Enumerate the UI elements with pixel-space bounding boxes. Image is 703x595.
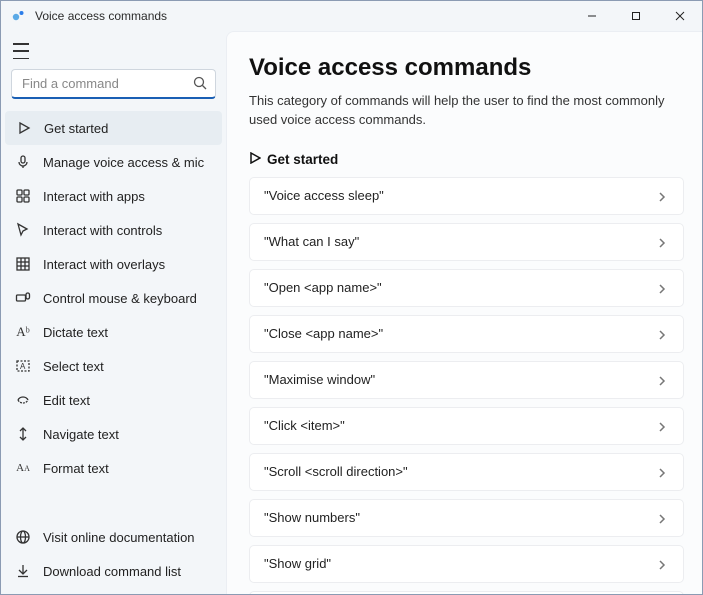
command-text: "What can I say" <box>264 234 359 249</box>
nav-label: Interact with apps <box>43 189 145 204</box>
svg-text:A: A <box>20 362 26 371</box>
page-title: Voice access commands <box>249 54 684 82</box>
chevron-right-icon <box>657 512 669 524</box>
mic-icon <box>15 154 31 170</box>
nav-item-get-started[interactable]: Get started <box>5 111 222 145</box>
nav-label: Dictate text <box>43 325 108 340</box>
nav-label: Download command list <box>43 564 181 579</box>
nav-label: Interact with controls <box>43 223 162 238</box>
command-row[interactable]: "Open <app name>" <box>249 269 684 307</box>
chevron-right-icon <box>657 374 669 386</box>
chevron-right-icon <box>657 466 669 478</box>
command-text: "Scroll <scroll direction>" <box>264 464 408 479</box>
window-title: Voice access commands <box>35 9 570 23</box>
page-description: This category of commands will help the … <box>249 92 684 130</box>
nav-item-interact-apps[interactable]: Interact with apps <box>1 179 226 213</box>
command-row[interactable]: "Cancel" <box>249 591 684 594</box>
nav-item-format-text[interactable]: AA Format text <box>1 451 226 485</box>
command-text: "Voice access sleep" <box>264 188 384 203</box>
command-row[interactable]: "Scroll <scroll direction>" <box>249 453 684 491</box>
bottom-nav: Visit online documentation Download comm… <box>1 520 226 588</box>
nav-label: Get started <box>44 121 108 136</box>
command-text: "Maximise window" <box>264 372 375 387</box>
chevron-right-icon <box>657 190 669 202</box>
command-list: "Voice access sleep" "What can I say" "Ope… <box>249 177 684 594</box>
chevron-right-icon <box>657 328 669 340</box>
nav-label: Select text <box>43 359 104 374</box>
command-text: "Click <item>" <box>264 418 345 433</box>
command-row[interactable]: "Click <item>" <box>249 407 684 445</box>
edit-icon <box>15 392 31 408</box>
nav-item-download-list[interactable]: Download command list <box>1 554 226 588</box>
apps-icon <box>15 188 31 204</box>
nav-list: Get started Manage voice access & mic In… <box>1 111 226 520</box>
nav-label: Format text <box>43 461 109 476</box>
maximize-button[interactable] <box>614 1 658 31</box>
sidebar: Get started Manage voice access & mic In… <box>1 31 226 594</box>
play-outline-icon <box>16 120 32 136</box>
command-row[interactable]: "Maximise window" <box>249 361 684 399</box>
titlebar: Voice access commands <box>1 1 702 31</box>
close-button[interactable] <box>658 1 702 31</box>
command-text: "Close <app name>" <box>264 326 383 341</box>
download-icon <box>15 563 31 579</box>
minimize-button[interactable] <box>570 1 614 31</box>
nav-item-interact-overlays[interactable]: Interact with overlays <box>1 247 226 281</box>
command-row[interactable]: "What can I say" <box>249 223 684 261</box>
chevron-right-icon <box>657 558 669 570</box>
chevron-right-icon <box>657 420 669 432</box>
hamburger-menu-icon[interactable] <box>13 43 33 59</box>
nav-label: Visit online documentation <box>43 530 195 545</box>
mouse-keyboard-icon <box>15 290 31 306</box>
play-outline-icon <box>249 152 261 167</box>
format-icon: AA <box>15 460 31 476</box>
nav-item-select-text[interactable]: A Select text <box>1 349 226 383</box>
command-text: "Show numbers" <box>264 510 360 525</box>
nav-label: Interact with overlays <box>43 257 165 272</box>
search-icon <box>192 75 208 91</box>
nav-item-manage-voice[interactable]: Manage voice access & mic <box>1 145 226 179</box>
command-text: "Show grid" <box>264 556 331 571</box>
cursor-icon <box>15 222 31 238</box>
command-text: "Open <app name>" <box>264 280 382 295</box>
navigate-icon <box>15 426 31 442</box>
chevron-right-icon <box>657 236 669 248</box>
section-title: Get started <box>267 152 338 167</box>
command-row[interactable]: "Show numbers" <box>249 499 684 537</box>
nav-item-interact-controls[interactable]: Interact with controls <box>1 213 226 247</box>
nav-item-navigate-text[interactable]: Navigate text <box>1 417 226 451</box>
command-row[interactable]: "Close <app name>" <box>249 315 684 353</box>
select-text-icon: A <box>15 358 31 374</box>
nav-label: Manage voice access & mic <box>43 155 204 170</box>
grid-icon <box>15 256 31 272</box>
command-row[interactable]: "Voice access sleep" <box>249 177 684 215</box>
nav-item-dictate-text[interactable]: Aᵇ Dictate text <box>1 315 226 349</box>
command-row[interactable]: "Show grid" <box>249 545 684 583</box>
nav-item-online-docs[interactable]: Visit online documentation <box>1 520 226 554</box>
app-icon <box>11 8 27 24</box>
main-content: Voice access commands This category of c… <box>226 31 702 594</box>
section-header: Get started <box>249 152 684 167</box>
globe-icon <box>15 529 31 545</box>
nav-item-edit-text[interactable]: Edit text <box>1 383 226 417</box>
nav-label: Navigate text <box>43 427 119 442</box>
search-input[interactable] <box>11 69 216 99</box>
nav-label: Edit text <box>43 393 90 408</box>
dictate-icon: Aᵇ <box>15 324 31 340</box>
chevron-right-icon <box>657 282 669 294</box>
nav-label: Control mouse & keyboard <box>43 291 197 306</box>
search-field[interactable] <box>11 69 216 99</box>
nav-item-control-mouse[interactable]: Control mouse & keyboard <box>1 281 226 315</box>
